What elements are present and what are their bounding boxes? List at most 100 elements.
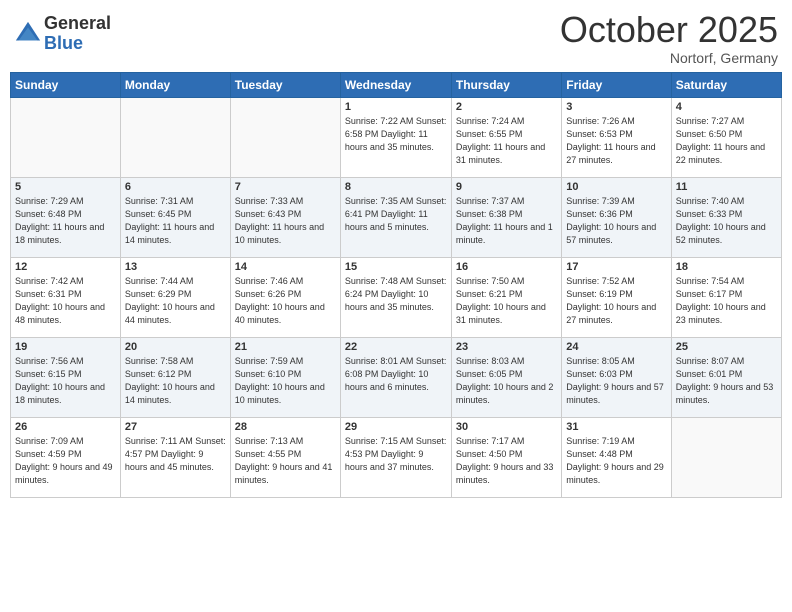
calendar-cell-4-2: 28 Sunrise: 7:13 AM Sunset: 4:55 PM Dayli… <box>230 417 340 497</box>
day-info-4-1: Sunrise: 7:11 AM Sunset: 4:57 PM Dayligh… <box>125 435 226 474</box>
logo-text: General Blue <box>44 14 111 54</box>
calendar-cell-1-1: 6 Sunrise: 7:31 AM Sunset: 6:45 PM Daylig… <box>120 177 230 257</box>
day-number-3-0: 19 <box>15 341 116 353</box>
day-info-3-3: Sunrise: 8:01 AM Sunset: 6:08 PM Dayligh… <box>345 355 447 394</box>
day-info-1-6: Sunrise: 7:40 AM Sunset: 6:33 PM Dayligh… <box>676 195 777 247</box>
day-number-2-1: 13 <box>125 261 226 273</box>
calendar-cell-0-6: 4Sunrise: 7:27 AM Sunset: 6:50 PM Daylig… <box>671 97 781 177</box>
calendar-cell-1-2: 7 Sunrise: 7:33 AM Sunset: 6:43 PM Daylig… <box>230 177 340 257</box>
calendar-cell-1-4: 9 Sunrise: 7:37 AM Sunset: 6:38 PM Daylig… <box>451 177 561 257</box>
day-number-1-1: 6 <box>125 181 226 193</box>
day-info-3-5: Sunrise: 8:05 AM Sunset: 6:03 PM Dayligh… <box>566 355 666 407</box>
calendar-cell-2-1: 13Sunrise: 7:44 AM Sunset: 6:29 PM Dayli… <box>120 257 230 337</box>
day-number-4-5: 31 <box>566 421 666 433</box>
title-block: October 2025 Nortorf, Germany <box>560 10 778 66</box>
logo-blue-text: Blue <box>44 34 111 54</box>
calendar-cell-3-4: 23 Sunrise: 8:03 AM Sunset: 6:05 PM Dayli… <box>451 337 561 417</box>
day-info-4-2: Sunrise: 7:13 AM Sunset: 4:55 PM Dayligh… <box>235 435 336 487</box>
day-number-1-2: 7 <box>235 181 336 193</box>
day-info-0-3: Sunrise: 7:22 AM Sunset: 6:58 PM Dayligh… <box>345 115 447 154</box>
day-info-4-5: Sunrise: 7:19 AM Sunset: 4:48 PM Dayligh… <box>566 435 666 487</box>
day-number-1-6: 11 <box>676 181 777 193</box>
calendar-cell-1-5: 10 Sunrise: 7:39 AM Sunset: 6:36 PM Dayli… <box>562 177 671 257</box>
day-info-0-4: Sunrise: 7:24 AM Sunset: 6:55 PM Dayligh… <box>456 115 557 167</box>
day-number-4-4: 30 <box>456 421 557 433</box>
calendar-table: Sunday Monday Tuesday Wednesday Thursday… <box>10 72 782 498</box>
calendar-cell-0-3: 1Sunrise: 7:22 AM Sunset: 6:58 PM Daylig… <box>340 97 451 177</box>
day-info-2-5: Sunrise: 7:52 AM Sunset: 6:19 PM Dayligh… <box>566 275 666 327</box>
calendar-cell-2-6: 18 Sunrise: 7:54 AM Sunset: 6:17 PM Dayli… <box>671 257 781 337</box>
col-wednesday: Wednesday <box>340 72 451 97</box>
day-number-2-0: 12 <box>15 261 116 273</box>
day-info-2-6: Sunrise: 7:54 AM Sunset: 6:17 PM Dayligh… <box>676 275 777 327</box>
day-info-1-2: Sunrise: 7:33 AM Sunset: 6:43 PM Dayligh… <box>235 195 336 247</box>
day-info-0-5: Sunrise: 7:26 AM Sunset: 6:53 PM Dayligh… <box>566 115 666 167</box>
calendar-cell-1-6: 11 Sunrise: 7:40 AM Sunset: 6:33 PM Dayli… <box>671 177 781 257</box>
col-thursday: Thursday <box>451 72 561 97</box>
day-number-2-4: 16 <box>456 261 557 273</box>
day-number-4-0: 26 <box>15 421 116 433</box>
day-number-1-5: 10 <box>566 181 666 193</box>
day-number-0-5: 3 <box>566 101 666 113</box>
calendar-cell-3-2: 21 Sunrise: 7:59 AM Sunset: 6:10 PM Dayli… <box>230 337 340 417</box>
col-sunday: Sunday <box>11 72 121 97</box>
week-row-2: 12 Sunrise: 7:42 AM Sunset: 6:31 PM Dayli… <box>11 257 782 337</box>
day-info-3-4: Sunrise: 8:03 AM Sunset: 6:05 PM Dayligh… <box>456 355 557 407</box>
calendar-cell-4-4: 30 Sunrise: 7:17 AM Sunset: 4:50 PM Dayli… <box>451 417 561 497</box>
day-info-3-1: Sunrise: 7:58 AM Sunset: 6:12 PM Dayligh… <box>125 355 226 407</box>
calendar-cell-4-1: 27 Sunrise: 7:11 AM Sunset: 4:57 PM Dayli… <box>120 417 230 497</box>
calendar-cell-2-0: 12 Sunrise: 7:42 AM Sunset: 6:31 PM Dayli… <box>11 257 121 337</box>
day-number-1-4: 9 <box>456 181 557 193</box>
day-info-2-0: Sunrise: 7:42 AM Sunset: 6:31 PM Dayligh… <box>15 275 116 327</box>
calendar-cell-2-2: 14Sunrise: 7:46 AM Sunset: 6:26 PM Dayli… <box>230 257 340 337</box>
day-info-1-0: Sunrise: 7:29 AM Sunset: 6:48 PM Dayligh… <box>15 195 116 247</box>
day-info-3-0: Sunrise: 7:56 AM Sunset: 6:15 PM Dayligh… <box>15 355 116 407</box>
week-row-3: 19 Sunrise: 7:56 AM Sunset: 6:15 PM Dayli… <box>11 337 782 417</box>
calendar-cell-0-2 <box>230 97 340 177</box>
day-info-3-2: Sunrise: 7:59 AM Sunset: 6:10 PM Dayligh… <box>235 355 336 407</box>
day-number-0-6: 4 <box>676 101 777 113</box>
calendar-cell-2-5: 17Sunrise: 7:52 AM Sunset: 6:19 PM Dayli… <box>562 257 671 337</box>
calendar-cell-3-1: 20 Sunrise: 7:58 AM Sunset: 6:12 PM Dayli… <box>120 337 230 417</box>
day-info-1-5: Sunrise: 7:39 AM Sunset: 6:36 PM Dayligh… <box>566 195 666 247</box>
day-number-3-6: 25 <box>676 341 777 353</box>
calendar-cell-1-3: 8Sunrise: 7:35 AM Sunset: 6:41 PM Daylig… <box>340 177 451 257</box>
location: Nortorf, Germany <box>560 50 778 66</box>
day-number-0-4: 2 <box>456 101 557 113</box>
week-row-4: 26Sunrise: 7:09 AM Sunset: 4:59 PM Dayli… <box>11 417 782 497</box>
day-number-1-0: 5 <box>15 181 116 193</box>
day-number-3-1: 20 <box>125 341 226 353</box>
col-tuesday: Tuesday <box>230 72 340 97</box>
day-number-2-2: 14 <box>235 261 336 273</box>
day-number-2-6: 18 <box>676 261 777 273</box>
calendar-cell-4-3: 29Sunrise: 7:15 AM Sunset: 4:53 PM Dayli… <box>340 417 451 497</box>
calendar-cell-1-0: 5 Sunrise: 7:29 AM Sunset: 6:48 PM Daylig… <box>11 177 121 257</box>
month-title: October 2025 <box>560 10 778 50</box>
day-number-3-2: 21 <box>235 341 336 353</box>
logo-general-text: General <box>44 14 111 34</box>
day-number-4-2: 28 <box>235 421 336 433</box>
day-number-3-4: 23 <box>456 341 557 353</box>
day-info-1-4: Sunrise: 7:37 AM Sunset: 6:38 PM Dayligh… <box>456 195 557 247</box>
calendar-cell-0-4: 2 Sunrise: 7:24 AM Sunset: 6:55 PM Daylig… <box>451 97 561 177</box>
calendar-cell-0-1 <box>120 97 230 177</box>
calendar-cell-0-5: 3 Sunrise: 7:26 AM Sunset: 6:53 PM Daylig… <box>562 97 671 177</box>
day-info-3-6: Sunrise: 8:07 AM Sunset: 6:01 PM Dayligh… <box>676 355 777 407</box>
day-info-4-4: Sunrise: 7:17 AM Sunset: 4:50 PM Dayligh… <box>456 435 557 487</box>
day-number-2-3: 15 <box>345 261 447 273</box>
calendar-cell-3-5: 24 Sunrise: 8:05 AM Sunset: 6:03 PM Dayli… <box>562 337 671 417</box>
calendar-cell-2-4: 16Sunrise: 7:50 AM Sunset: 6:21 PM Dayli… <box>451 257 561 337</box>
calendar-cell-4-0: 26Sunrise: 7:09 AM Sunset: 4:59 PM Dayli… <box>11 417 121 497</box>
day-number-4-1: 27 <box>125 421 226 433</box>
day-info-1-1: Sunrise: 7:31 AM Sunset: 6:45 PM Dayligh… <box>125 195 226 247</box>
calendar-header-row: Sunday Monday Tuesday Wednesday Thursday… <box>11 72 782 97</box>
header: General Blue October 2025 Nortorf, Germa… <box>10 10 782 66</box>
col-saturday: Saturday <box>671 72 781 97</box>
day-number-1-3: 8 <box>345 181 447 193</box>
calendar-cell-3-0: 19 Sunrise: 7:56 AM Sunset: 6:15 PM Dayli… <box>11 337 121 417</box>
day-info-2-3: Sunrise: 7:48 AM Sunset: 6:24 PM Dayligh… <box>345 275 447 314</box>
day-number-3-3: 22 <box>345 341 447 353</box>
day-number-3-5: 24 <box>566 341 666 353</box>
week-row-0: 1Sunrise: 7:22 AM Sunset: 6:58 PM Daylig… <box>11 97 782 177</box>
page: General Blue October 2025 Nortorf, Germa… <box>0 0 792 612</box>
